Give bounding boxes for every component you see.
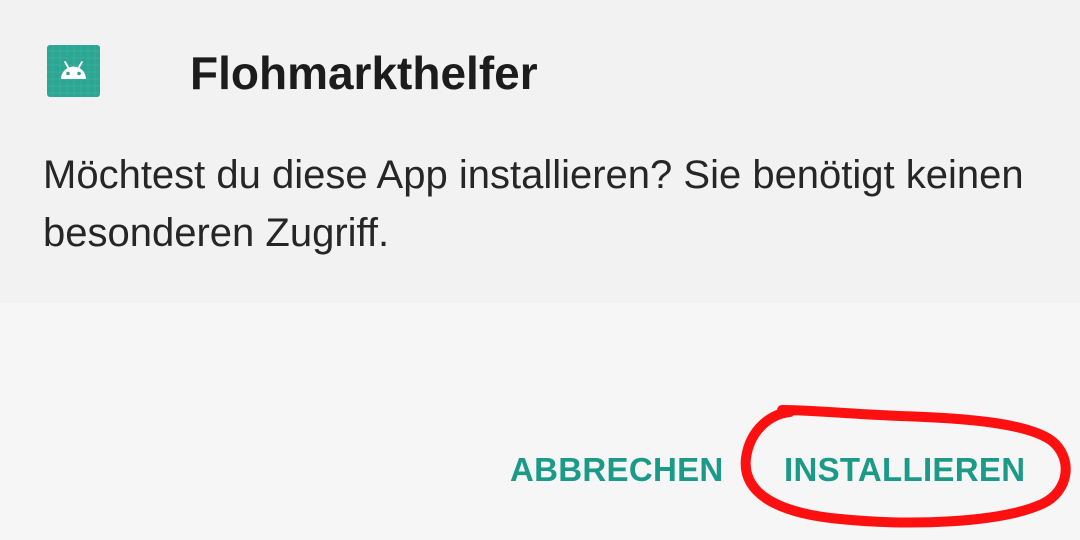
dialog-actions <box>0 303 1080 540</box>
install-button[interactable]: INSTALLIEREN <box>784 442 1025 498</box>
cancel-button[interactable]: ABBRECHEN <box>510 442 724 498</box>
install-dialog: Flohmarkthelfer Möchtest du diese App in… <box>0 0 1080 540</box>
app-title: Flohmarkthelfer <box>190 47 538 99</box>
android-icon <box>47 45 100 97</box>
install-message: Möchtest du diese App installieren? Sie … <box>43 153 1024 255</box>
dialog-header: Flohmarkthelfer Möchtest du diese App in… <box>0 0 1080 303</box>
